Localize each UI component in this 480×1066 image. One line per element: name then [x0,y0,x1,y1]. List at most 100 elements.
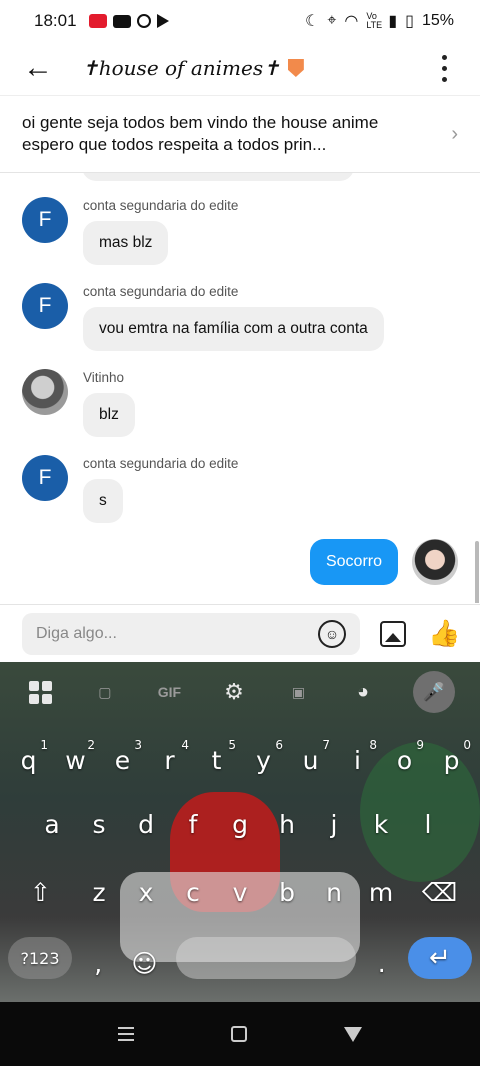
key-q[interactable]: q1 [5,734,52,786]
like-button[interactable]: 👍 [428,618,460,649]
apps-grid-icon[interactable] [25,677,55,707]
back-button[interactable]: ← [18,48,58,88]
more-options-button[interactable] [434,54,454,82]
pinned-text: oi gente seja todos bem vindo the house … [22,113,379,154]
thumbs-up-icon: 👍 [428,618,461,648]
key-j[interactable]: j [311,798,358,850]
message-bubble[interactable]: blz [83,393,135,437]
avatar[interactable]: F [22,455,68,501]
microphone-icon: 🎤 [422,681,445,702]
shield-badge-icon [287,59,304,77]
image-button[interactable] [380,620,406,647]
sticker-icon[interactable]: ▢ [90,677,120,707]
microphone-button[interactable]: 🎤 [412,671,455,713]
chat-header: ← ✝house of animes✝ [0,42,480,94]
message-bubble[interactable]: mas blz [83,221,169,265]
emoji-key[interactable]: ☺ [124,937,164,989]
space-bar[interactable] [175,937,356,979]
notification-icons [88,14,169,28]
key-n[interactable]: n [311,866,358,918]
keyboard-row-3: ⇧ z x c v b n m ⌫ [0,866,480,918]
scrollbar-thumb[interactable] [475,541,479,603]
chat-title[interactable]: ✝house of animes✝ [82,56,280,80]
backspace-icon: ⌫ [421,877,458,907]
emoji-button[interactable]: ☺ [318,619,346,648]
key-z[interactable]: z [76,866,123,918]
key-v[interactable]: v [217,866,264,918]
avatar[interactable] [22,369,68,415]
symbols-key[interactable]: ?123 [8,937,72,979]
key-t[interactable]: t5 [193,734,240,786]
keyboard-toolbar: ▢ GIF ⚙ ▣ ◕ 🎤 [0,662,480,722]
youtube-icon [112,14,131,28]
key-k[interactable]: k [358,798,405,850]
key-s[interactable]: s [76,798,123,850]
key-p[interactable]: p0 [428,734,475,786]
key-h[interactable]: h [264,798,311,850]
smiley-icon: ☺ [131,948,158,978]
location-icon: ⌖ [327,12,337,29]
message-bubble[interactable]: vou emtra na família com a outra conta [83,307,384,351]
key-m[interactable]: m [358,866,405,918]
message-composer: ☺ 👍 [0,604,480,662]
key-l[interactable]: l [405,798,452,850]
key-a[interactable]: a [29,798,76,850]
avatar[interactable]: F [22,197,68,243]
signal-icon: ▮ [388,13,398,30]
screen-record-icon [88,14,107,28]
system-nav-bar [0,1002,480,1066]
own-avatar[interactable] [412,539,458,585]
key-b[interactable]: b [264,866,311,918]
outgoing-message: Socorro [309,539,458,585]
soft-keyboard: ▢ GIF ⚙ ▣ ◕ 🎤 q1 w2 e3 r4 t5 y6 u7 i8 o9… [0,662,480,1002]
key-e[interactable]: e3 [99,734,146,786]
sender-name[interactable]: Vitinho [83,370,124,385]
key-w[interactable]: w2 [52,734,99,786]
pinned-announcement[interactable]: oi gente seja todos bem vindo the house … [0,95,480,173]
settings-gear-icon[interactable]: ⚙ [219,677,249,707]
battery-percent: 15% [421,12,454,29]
key-i[interactable]: i8 [334,734,381,786]
period-key[interactable]: . [367,937,397,989]
key-u[interactable]: u7 [287,734,334,786]
comma-key[interactable]: , [83,937,113,989]
status-bar: 18:01 ☾ ⌖ ◠ Vo LTE ▮ ▯ 15% [0,0,480,42]
sender-name[interactable]: conta segundaria do edite [83,198,238,213]
recent-apps-button[interactable] [118,1027,135,1041]
shift-arrow-icon: ⇧ [30,877,51,907]
gif-button[interactable]: GIF [154,677,184,707]
enter-arrow-icon: ↵ [429,943,451,973]
avatar[interactable]: F [22,283,68,329]
key-d[interactable]: d [123,798,170,850]
shift-key[interactable]: ⇧ [6,866,76,918]
keyboard-row-4: ?123 , ☺ . ↵ [0,937,480,989]
back-nav-button[interactable] [343,1026,362,1042]
vertical-dots-icon [441,54,447,60]
message-input[interactable] [36,624,306,643]
chrome-icon [136,14,151,28]
network-label: Vo LTE [366,11,383,30]
play-store-icon [156,14,169,28]
key-r[interactable]: r4 [146,734,193,786]
home-button[interactable] [230,1026,247,1042]
message-bubble[interactable]: s [83,479,123,523]
sender-name[interactable]: conta segundaria do edite [83,284,238,299]
message-list[interactable]: F conta segundaria do edite mas blz F co… [0,173,480,603]
key-o[interactable]: o9 [381,734,428,786]
input-container: ☺ [22,612,360,655]
status-time: 18:01 [34,11,77,30]
key-y[interactable]: y6 [240,734,287,786]
enter-key[interactable]: ↵ [407,937,472,979]
key-x[interactable]: x [123,866,170,918]
sender-name[interactable]: conta segundaria do edite [83,456,238,471]
arrow-left-icon: ← [23,51,53,84]
palette-icon[interactable]: ◕ [348,677,378,707]
backspace-key[interactable]: ⌫ [405,866,475,918]
smiley-icon: ☺ [324,625,340,642]
outgoing-bubble[interactable]: Socorro [309,539,398,585]
key-c[interactable]: c [170,866,217,918]
key-f[interactable]: f [170,798,217,850]
previous-message-bubble [82,173,354,181]
key-g[interactable]: g [217,798,264,850]
translate-icon[interactable]: ▣ [284,677,314,707]
